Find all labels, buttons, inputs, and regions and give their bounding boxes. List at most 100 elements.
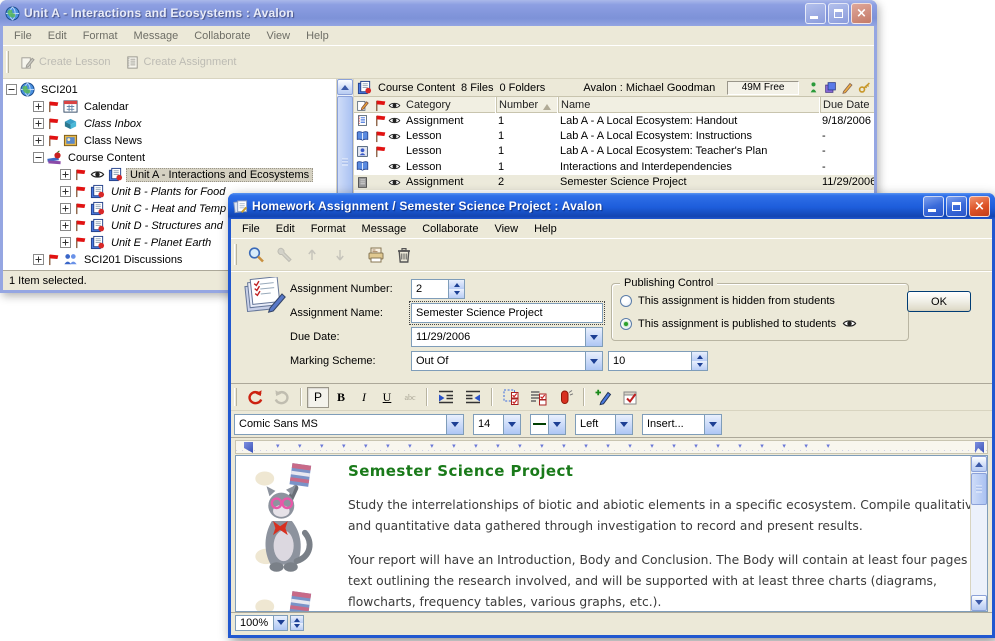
menu-message[interactable]: Message <box>127 28 186 44</box>
print-button[interactable] <box>363 243 389 267</box>
list-row-teachers-plan[interactable]: Lesson 1 Lab A - A Local Ecosystem: Teac… <box>354 144 874 159</box>
editor-scrollbar[interactable] <box>970 456 987 611</box>
due-date-column-header[interactable]: Due Date <box>820 97 874 113</box>
course-window-titlebar[interactable]: Unit A - Interactions and Ecosystems : A… <box>0 0 877 26</box>
strikethrough-button[interactable]: abc <box>399 387 421 408</box>
radio-published[interactable] <box>620 318 632 330</box>
scroll-up-button[interactable] <box>337 79 353 95</box>
edit-column-header[interactable] <box>354 97 372 113</box>
question-list-button[interactable] <box>525 387 551 408</box>
font-color-dropdown[interactable] <box>530 414 566 435</box>
toolbar-grip[interactable] <box>234 244 237 266</box>
font-size-dropdown[interactable]: 14 <box>473 414 521 435</box>
marking-value-stepper[interactable]: 10 <box>608 351 708 371</box>
maximize-button[interactable] <box>946 196 967 217</box>
chevron-down-icon[interactable] <box>548 415 565 434</box>
hidden-option-row[interactable]: This assignment is hidden from students <box>620 295 835 307</box>
scroll-down-button[interactable] <box>971 595 987 611</box>
layers-icon[interactable] <box>824 81 837 94</box>
marking-capsule-button[interactable] <box>552 387 578 408</box>
menu-help[interactable]: Help <box>299 28 336 44</box>
assignment-window-titlebar[interactable]: Homework Assignment / Semester Science P… <box>228 193 995 219</box>
person-icon[interactable] <box>807 81 820 94</box>
list-row-instructions[interactable]: Lesson 1 Lab A - A Local Ecosystem: Inst… <box>354 128 874 143</box>
redo-button[interactable] <box>269 387 295 408</box>
chevron-down-icon[interactable] <box>585 352 602 370</box>
menu-collaborate[interactable]: Collaborate <box>415 221 485 237</box>
zoom-dropdown[interactable]: 100% <box>235 615 288 631</box>
tree-item-class-news[interactable]: Class News <box>3 132 336 149</box>
list-row-interactions[interactable]: Lesson 1 Interactions and Interdependenc… <box>354 159 874 174</box>
number-column-header[interactable]: Number <box>496 97 558 113</box>
published-option-row[interactable]: This assignment is published to students <box>620 316 857 331</box>
expand-icon[interactable] <box>33 254 44 265</box>
paragraph-style-button[interactable]: P <box>307 387 329 408</box>
checkbox-button[interactable] <box>617 387 643 408</box>
menu-format[interactable]: Format <box>304 221 353 237</box>
list-row-handout[interactable]: Assignment 1 Lab A - A Local Ecosystem: … <box>354 113 874 128</box>
expand-icon[interactable] <box>60 186 71 197</box>
menu-file[interactable]: File <box>7 28 39 44</box>
ok-button[interactable]: OK <box>907 291 971 312</box>
chevron-down-icon[interactable] <box>503 415 520 434</box>
expand-icon[interactable] <box>60 169 71 180</box>
menu-format[interactable]: Format <box>76 28 125 44</box>
create-assignment-button[interactable]: Create Assignment <box>118 51 244 74</box>
maximize-button[interactable] <box>828 3 849 24</box>
menu-edit[interactable]: Edit <box>269 221 302 237</box>
rich-text-editor[interactable]: Semester Science Project Study the inter… <box>235 455 988 612</box>
outdent-button[interactable] <box>460 387 486 408</box>
close-button[interactable]: × <box>969 196 990 217</box>
assignment-body[interactable]: Semester Science Project Study the inter… <box>348 462 984 612</box>
toolbar-grip[interactable] <box>6 51 9 73</box>
chevron-down-icon[interactable] <box>273 616 287 630</box>
font-family-dropdown[interactable]: Comic Sans MS <box>234 414 464 435</box>
tree-item-sci201[interactable]: SCI201 <box>3 81 336 98</box>
scroll-up-button[interactable] <box>971 456 987 472</box>
expand-icon[interactable] <box>33 101 44 112</box>
menu-edit[interactable]: Edit <box>41 28 74 44</box>
expand-icon[interactable] <box>60 220 71 231</box>
chevron-down-icon[interactable] <box>704 415 721 434</box>
menu-help[interactable]: Help <box>527 221 564 237</box>
pencil-icon[interactable] <box>841 81 854 94</box>
close-button[interactable]: × <box>851 3 872 24</box>
expand-icon[interactable] <box>33 135 44 146</box>
stepper-arrows[interactable] <box>448 280 464 298</box>
italic-button[interactable]: I <box>353 387 375 408</box>
chevron-down-icon[interactable] <box>585 328 602 346</box>
category-column-header[interactable]: Category <box>404 97 496 113</box>
menu-view[interactable]: View <box>487 221 525 237</box>
delete-button[interactable] <box>391 243 417 267</box>
tools-button[interactable] <box>271 243 297 267</box>
tree-item-course-content[interactable]: Course Content <box>3 149 336 166</box>
undo-button[interactable] <box>242 387 268 408</box>
collapse-icon[interactable] <box>33 152 44 163</box>
key-icon[interactable] <box>858 81 871 94</box>
assignment-number-stepper[interactable]: 2 <box>411 279 465 299</box>
stepper-arrows[interactable] <box>691 352 707 370</box>
tree-item-unit-a[interactable]: Unit A - Interactions and Ecosystems <box>3 166 336 183</box>
menu-view[interactable]: View <box>259 28 297 44</box>
expand-icon[interactable] <box>60 203 71 214</box>
next-item-button[interactable] <box>327 243 353 267</box>
alignment-dropdown[interactable]: Left <box>575 414 633 435</box>
previous-item-button[interactable] <box>299 243 325 267</box>
create-lesson-button[interactable]: Create Lesson <box>13 51 118 74</box>
chevron-down-icon[interactable] <box>615 415 632 434</box>
scroll-track[interactable] <box>971 506 987 595</box>
radio-hidden[interactable] <box>620 295 632 307</box>
search-button[interactable] <box>243 243 269 267</box>
minimize-button[interactable] <box>923 196 944 217</box>
right-margin-marker[interactable] <box>975 442 984 453</box>
menu-collaborate[interactable]: Collaborate <box>187 28 257 44</box>
flag-column-header[interactable] <box>372 97 386 113</box>
expand-icon[interactable] <box>33 118 44 129</box>
tree-item-calendar[interactable]: Calendar <box>3 98 336 115</box>
add-signature-button[interactable] <box>590 387 616 408</box>
due-date-dropdown[interactable]: 11/29/2006 <box>411 327 603 347</box>
chevron-down-icon[interactable] <box>446 415 463 434</box>
minimize-button[interactable] <box>805 3 826 24</box>
bold-button[interactable]: B <box>330 387 352 408</box>
zoom-stepper[interactable] <box>290 615 304 631</box>
